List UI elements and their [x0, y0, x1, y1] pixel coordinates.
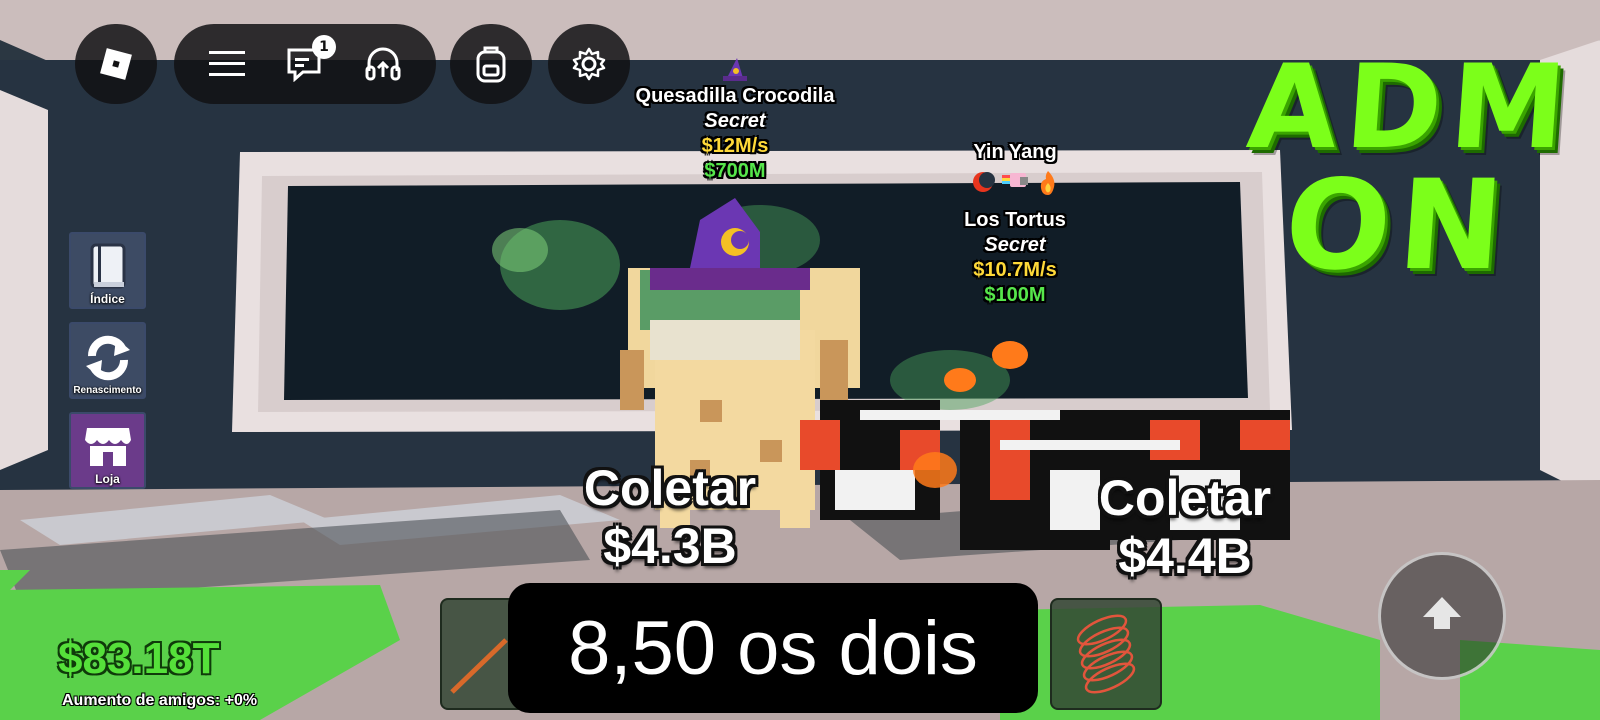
fire-icon — [1036, 169, 1060, 204]
refresh-icon — [82, 332, 134, 386]
sidebar-item-label: Índice — [90, 292, 125, 306]
billboard-quesadilla: Quesadilla Crocodila Secret $12M/s $700M — [600, 56, 870, 184]
owner-name: Yin Yang — [973, 141, 1057, 163]
trait-icons — [900, 169, 1130, 204]
money-counter: $83.18T — [58, 634, 220, 683]
pet-price: $700M — [704, 160, 766, 182]
pet-name: Los Tortus — [964, 209, 1066, 231]
collect-amount: $4.3B — [603, 517, 737, 574]
hamburger-menu-icon[interactable] — [204, 41, 250, 87]
headset-icon[interactable] — [360, 41, 406, 87]
topbar-menu-group: 1 — [174, 24, 436, 104]
adm-line2: ON — [1280, 154, 1516, 298]
sidebar-item-label: Loja — [95, 472, 120, 486]
book-icon — [86, 242, 130, 296]
jump-button[interactable] — [1378, 552, 1506, 680]
roblox-menu-button[interactable] — [75, 24, 157, 104]
chat-icon[interactable]: 1 — [282, 35, 336, 87]
coil-spring-icon — [1076, 614, 1136, 694]
adm-line1: ADM — [1243, 40, 1579, 175]
pet-rate: $12M/s — [701, 135, 769, 157]
wizard-hat-icon — [600, 56, 870, 84]
pet-name: Quesadilla Crocodila — [635, 85, 835, 107]
pet-rarity: Secret — [704, 110, 766, 132]
collect-amount: $4.4B — [1118, 527, 1252, 584]
sidebar-item-loja[interactable]: Loja — [69, 412, 146, 489]
pet-rate: $10.7M/s — [973, 259, 1057, 281]
sidebar-item-indice[interactable]: Índice — [69, 232, 146, 309]
collect-prompt-2[interactable]: Coletar $4.4B — [1070, 470, 1300, 585]
friends-boost-label: Aumento de amigos: +0% — [62, 692, 258, 709]
sidebar-item-renascimento[interactable]: Renascimento — [69, 322, 146, 399]
crescent-icon — [970, 169, 996, 204]
jump-arrow-icon — [1417, 589, 1467, 643]
backpack-icon — [468, 41, 514, 87]
chat-badge: 1 — [312, 35, 336, 59]
hotbar-slot-2[interactable] — [1050, 598, 1162, 710]
collect-label: Coletar — [583, 460, 757, 516]
collect-prompt-1[interactable]: Coletar $4.3B — [560, 460, 780, 575]
pet-rarity: Secret — [984, 234, 1046, 256]
sidebar-item-label: Renascimento — [73, 385, 142, 396]
adm-overlay: ADM ON — [1243, 40, 1578, 298]
pet-price: $100M — [984, 284, 1046, 306]
collect-label: Coletar — [1098, 470, 1272, 526]
caption-text-overlay: 8,50 os dois — [508, 583, 1038, 713]
game-viewport[interactable]: 1 Índice Renascimento Loja Quesadilla Cr… — [0, 0, 1600, 720]
shop-icon — [83, 422, 133, 474]
roblox-logo-icon — [93, 41, 139, 87]
backpack-button[interactable] — [450, 24, 532, 104]
nyan-cat-icon — [1002, 169, 1030, 204]
billboard-los-tortus: Yin Yang Los Tortus Secret $10.7M/s $100… — [900, 140, 1130, 308]
